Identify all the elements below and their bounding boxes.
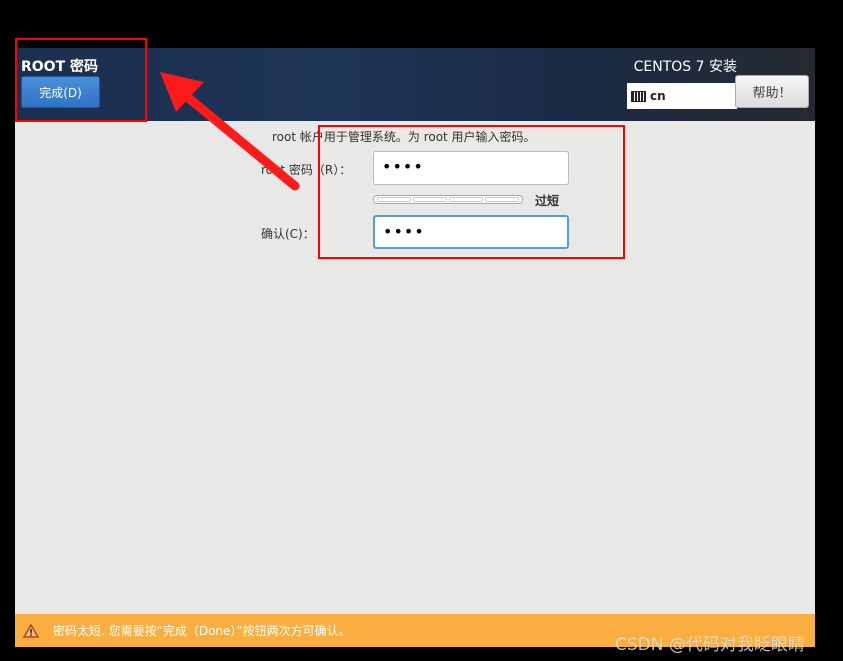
annotation-arrow [180,90,300,191]
annotation-box-fields [318,125,625,259]
annotation-box-done [15,38,147,122]
annotation-overlay [15,38,625,259]
